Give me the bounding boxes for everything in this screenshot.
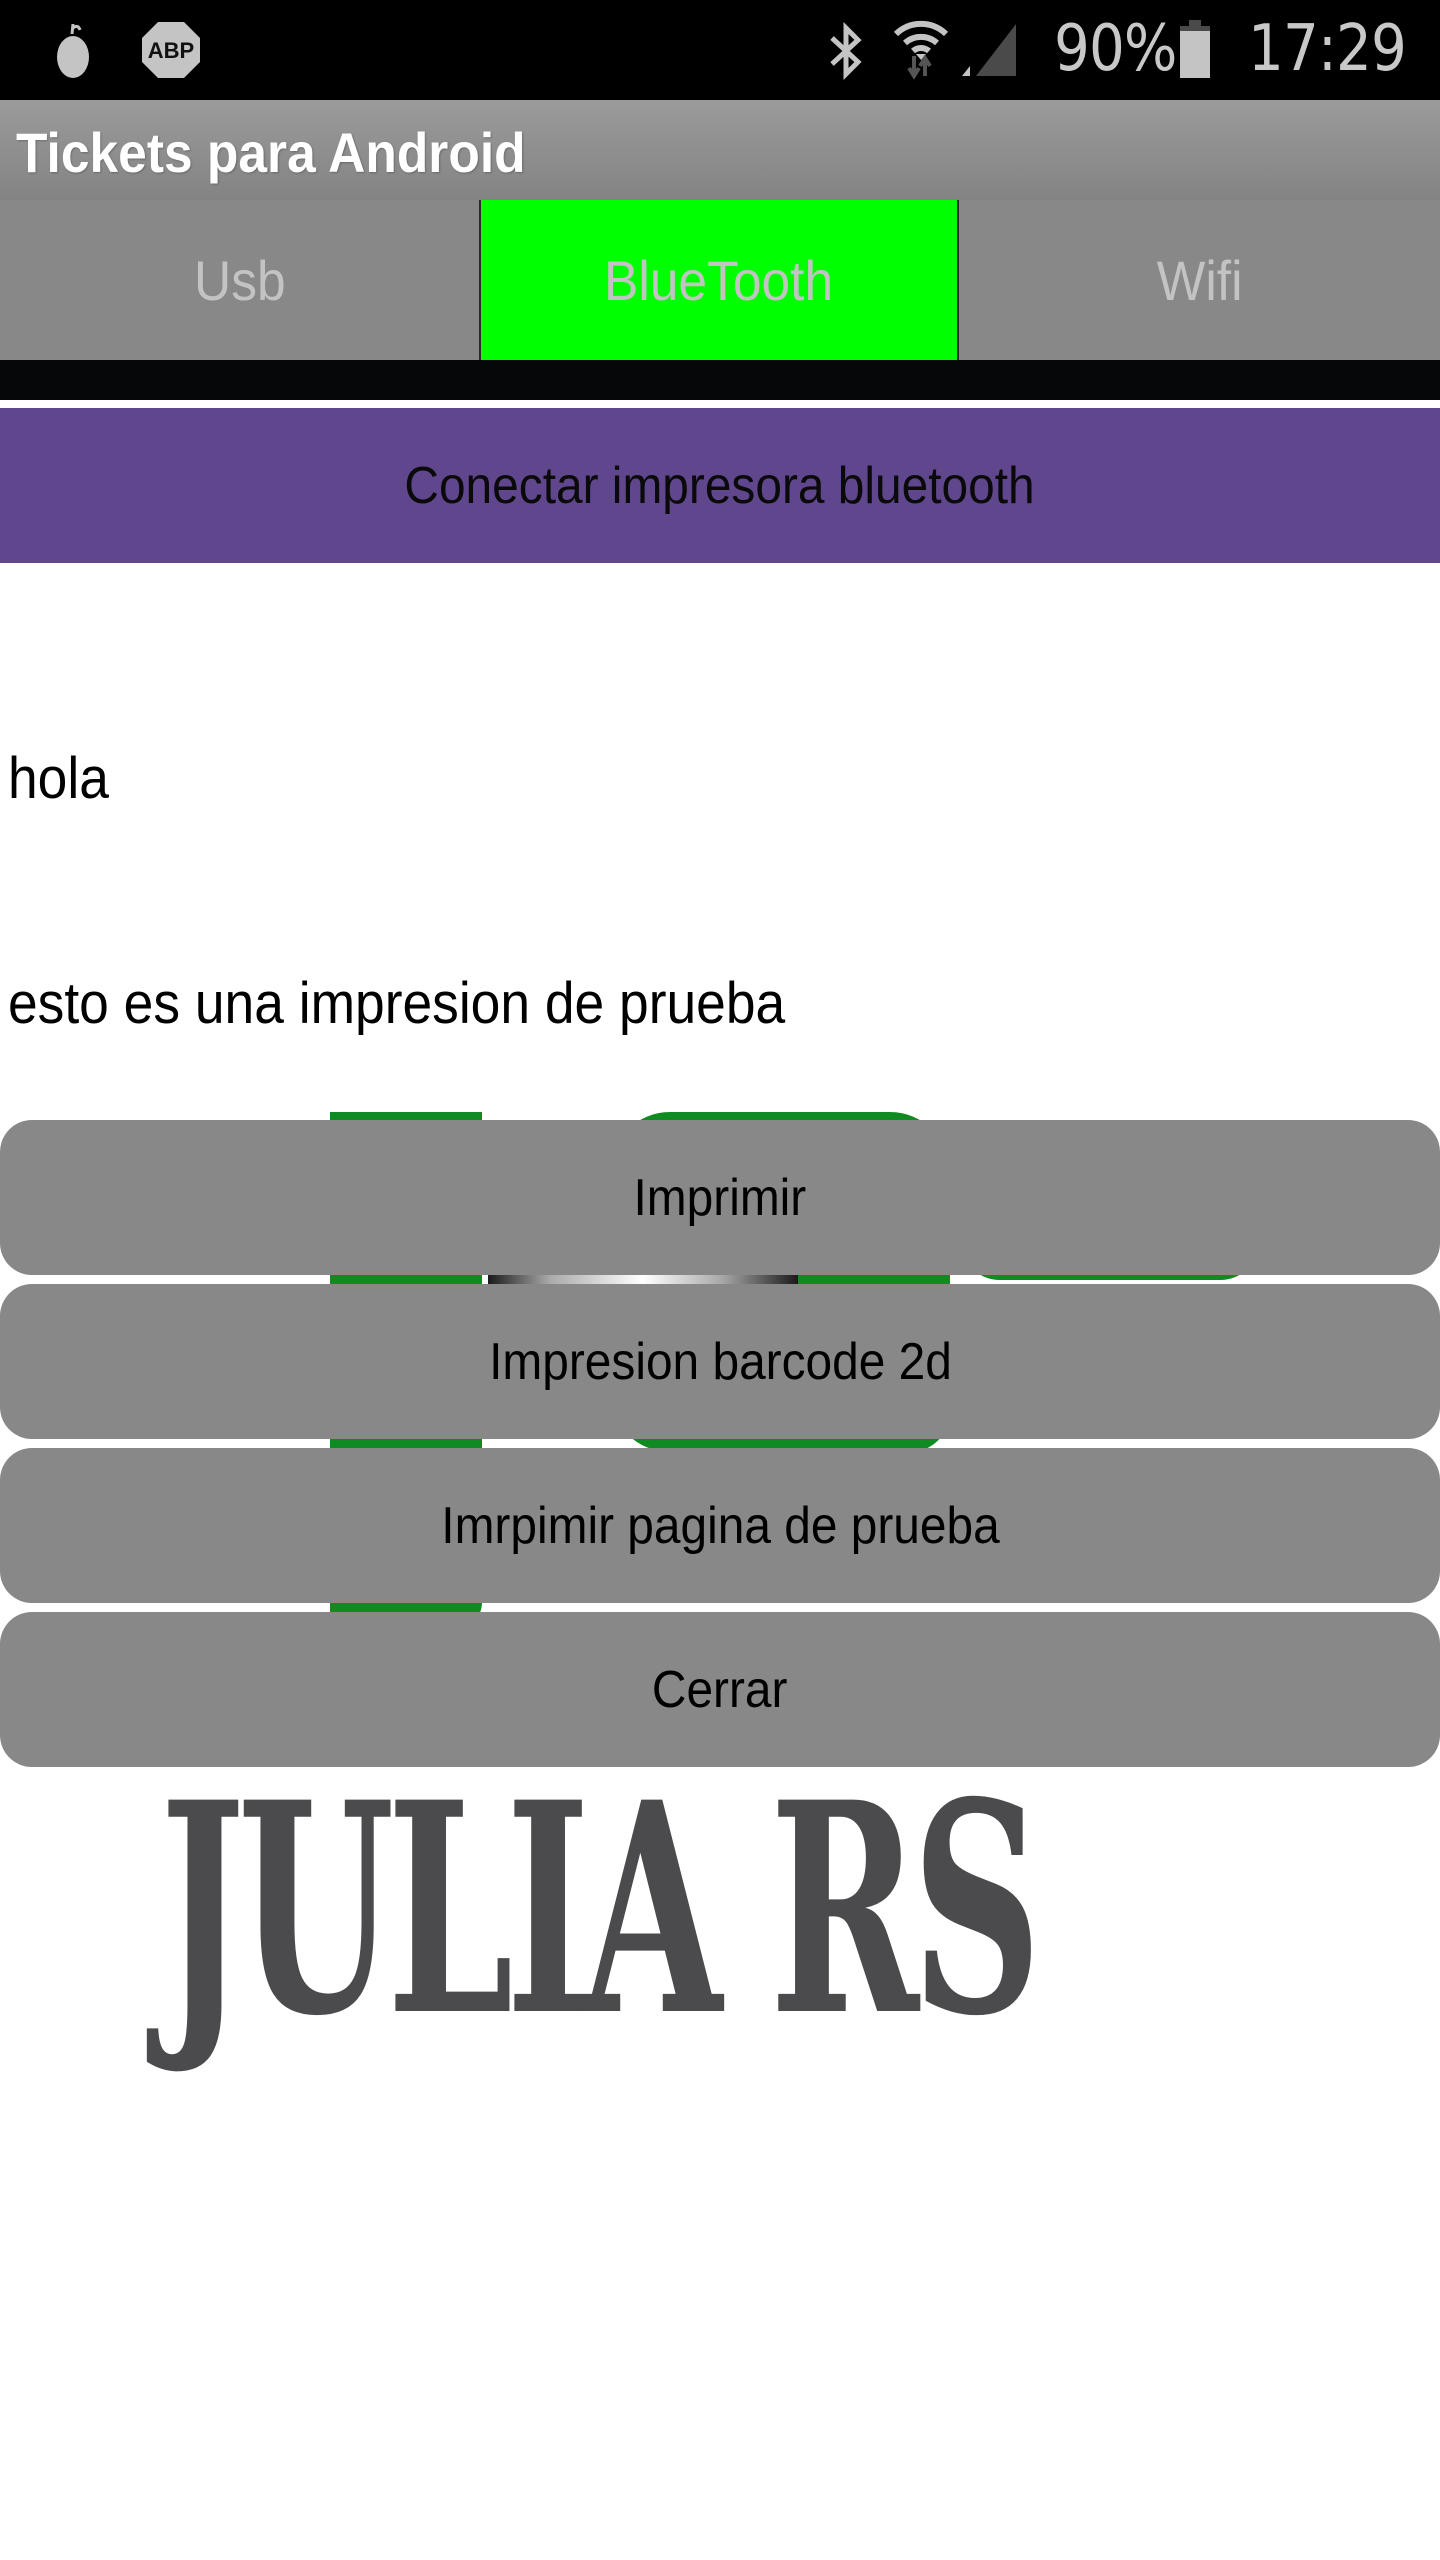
bluetooth-icon xyxy=(826,21,866,85)
print-test-page-button[interactable]: Imrpimir pagina de prueba xyxy=(0,1448,1440,1603)
clock: 17:29 xyxy=(1248,12,1407,86)
app-title: Tickets para Android xyxy=(16,121,526,184)
logo-text: JULIA RS xyxy=(160,1740,1042,2080)
app-title-bar: Tickets para Android xyxy=(0,100,1440,200)
print-text-line: esto es una impresion de prueba xyxy=(8,971,786,1036)
tab-bluetooth-label: BlueTooth xyxy=(604,248,834,312)
notification-bomb-icon xyxy=(50,20,96,85)
battery-percent: 90% xyxy=(1054,12,1177,86)
battery-icon xyxy=(1180,20,1210,83)
status-bar: ABP 90% 17:29 xyxy=(0,0,1440,100)
adblock-plus-icon: ABP xyxy=(140,20,202,85)
svg-text:ABP: ABP xyxy=(148,38,194,63)
tab-usb[interactable]: Usb xyxy=(0,200,479,360)
print-barcode-2d-label: Impresion barcode 2d xyxy=(488,1332,952,1391)
print-barcode-2d-button[interactable]: Impresion barcode 2d xyxy=(0,1284,1440,1439)
tab-usb-label: Usb xyxy=(193,248,286,312)
print-text-input[interactable]: hola esto es una impresion de prueba gra… xyxy=(0,563,1440,1266)
close-button-label: Cerrar xyxy=(652,1660,788,1719)
tab-bluetooth[interactable]: BlueTooth xyxy=(479,200,959,360)
tab-wifi[interactable]: Wifi xyxy=(959,200,1440,360)
connect-bluetooth-printer-label: Conectar impresora bluetooth xyxy=(404,456,1036,515)
print-button-label: Imprimir xyxy=(633,1168,807,1227)
wifi-icon xyxy=(892,18,950,85)
cell-signal-icon xyxy=(962,24,1018,83)
connection-tabs: Usb BlueTooth Wifi xyxy=(0,200,1440,360)
tab-wifi-label: Wifi xyxy=(1156,248,1243,312)
print-test-page-label: Imrpimir pagina de prueba xyxy=(440,1496,1000,1555)
tab-indicator-bar xyxy=(0,360,1440,400)
print-text-line: hola xyxy=(8,746,109,811)
connect-bluetooth-printer-button[interactable]: Conectar impresora bluetooth xyxy=(0,408,1440,563)
close-button[interactable]: Cerrar xyxy=(0,1612,1440,1767)
print-button[interactable]: Imprimir xyxy=(0,1120,1440,1275)
